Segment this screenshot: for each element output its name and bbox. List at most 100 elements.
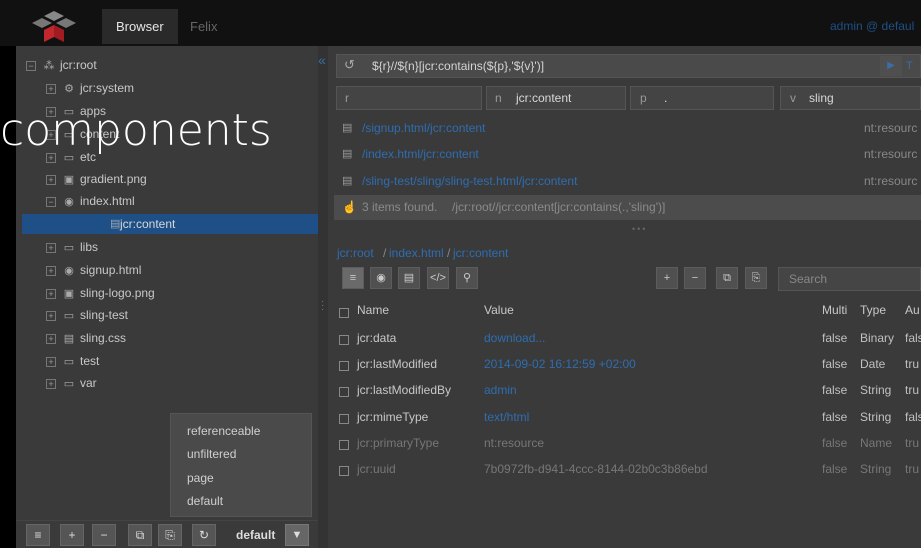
expand-toggle-icon[interactable]: + — [46, 288, 56, 299]
splitter-handle-icon[interactable]: · · · — [321, 297, 324, 315]
result-row[interactable]: ▤ /signup.html/jcr:content nt:resourc — [334, 115, 921, 141]
result-type: nt:resourc — [864, 121, 918, 135]
user-workspace[interactable]: admin @ defaul — [830, 9, 914, 44]
refresh-button[interactable]: ↻ — [192, 524, 216, 546]
param-n-value[interactable]: jcr:content — [516, 91, 571, 105]
splitter-handle-icon[interactable]: ••• — [632, 224, 647, 234]
result-path[interactable]: /index.html/jcr:content — [362, 141, 479, 167]
document-view-button[interactable]: ▤ — [398, 267, 420, 289]
property-type: String — [860, 462, 892, 476]
node-icon: ◉ — [64, 196, 74, 208]
filter-option-page[interactable]: page — [187, 471, 214, 485]
property-name: jcr:lastModified — [357, 357, 438, 371]
delete-node-button[interactable]: − — [92, 524, 116, 546]
expand-toggle-icon[interactable]: + — [46, 265, 56, 276]
filter-icon[interactable]: ▼ — [285, 524, 309, 546]
expand-toggle-icon[interactable]: + — [46, 242, 56, 253]
property-value[interactable]: 2014-09-02 16:12:59 +02:00 — [484, 357, 636, 371]
property-search-input[interactable]: Search — [778, 267, 921, 291]
row-checkbox[interactable] — [339, 387, 349, 397]
copy-property-button[interactable]: ⧉ — [716, 267, 738, 289]
property-value[interactable]: text/html — [484, 410, 529, 424]
tree-item[interactable]: + ▭ sling-test — [46, 304, 128, 326]
row-checkbox[interactable] — [339, 361, 349, 371]
add-node-button[interactable]: + — [60, 524, 84, 546]
column-header-name[interactable]: Name — [357, 303, 389, 317]
result-row[interactable]: ▤ /sling-test/sling/sling-test.html/jcr:… — [334, 168, 921, 194]
collapse-icon[interactable]: « — [318, 52, 326, 68]
property-name: jcr:primaryType — [357, 436, 440, 450]
param-v-label: v — [790, 91, 796, 105]
param-p-label: p — [640, 91, 647, 105]
paste-property-button[interactable]: ⎘ — [745, 267, 767, 289]
tree-item[interactable]: + ▣ sling-logo.png — [46, 282, 155, 304]
paste-node-button[interactable]: ⎘ — [158, 524, 182, 546]
expand-toggle-icon[interactable]: + — [46, 378, 56, 389]
property-name: jcr:lastModifiedBy — [357, 383, 452, 397]
tree-item[interactable]: + ▤ sling.css — [46, 327, 126, 349]
tree-item[interactable]: − ⁂ jcr:root — [26, 54, 97, 76]
filter-label[interactable]: default — [236, 528, 275, 542]
column-header-multi[interactable]: Multi — [822, 303, 847, 317]
property-value[interactable]: download... — [484, 331, 545, 345]
row-checkbox[interactable] — [339, 335, 349, 345]
row-checkbox[interactable] — [339, 414, 349, 424]
column-header-auto[interactable]: Au — [905, 303, 920, 317]
copy-node-button[interactable]: ⧉ — [128, 524, 152, 546]
result-path[interactable]: /sling-test/sling/sling-test.html/jcr:co… — [362, 168, 577, 194]
add-property-button[interactable]: + — [656, 267, 678, 289]
row-checkbox[interactable] — [339, 466, 349, 476]
param-v-value[interactable]: sling — [809, 91, 834, 105]
select-all-checkbox[interactable] — [339, 308, 349, 318]
tree-item[interactable]: + ⚙ jcr:system — [46, 77, 134, 99]
property-value[interactable]: admin — [484, 383, 517, 397]
property-value[interactable]: nt:resource — [484, 436, 544, 450]
nav-tab-browser[interactable]: Browser — [102, 9, 178, 44]
param-r-field[interactable] — [336, 86, 482, 110]
expand-toggle-icon[interactable]: + — [46, 83, 56, 94]
param-p-field[interactable] — [630, 86, 774, 110]
nav-tab-felix[interactable]: Felix — [190, 9, 217, 44]
expand-toggle-icon[interactable]: + — [46, 310, 56, 321]
tree-item[interactable]: + ◉ signup.html — [46, 259, 141, 281]
param-v-field[interactable] — [780, 86, 921, 110]
preview-button[interactable]: ◉ — [370, 267, 392, 289]
node-icon: ▣ — [63, 174, 75, 186]
node-icon: ◉ — [64, 265, 74, 277]
row-checkbox[interactable] — [339, 440, 349, 450]
filter-option-unfiltered[interactable]: unfiltered — [187, 447, 236, 461]
tree-item[interactable]: + ▭ test — [46, 350, 99, 372]
breadcrumb-root[interactable]: jcr:root — [337, 246, 374, 260]
column-header-value[interactable]: Value — [484, 303, 514, 317]
code-view-button[interactable]: </> — [427, 267, 449, 289]
filter-option-default[interactable]: default — [187, 494, 223, 508]
breadcrumb-index[interactable]: index.html — [389, 246, 444, 260]
history-icon[interactable]: ↺ — [344, 57, 355, 73]
expand-toggle-icon[interactable]: + — [46, 174, 56, 185]
list-view-button[interactable]: ≡ — [342, 267, 364, 289]
query-input[interactable]: ${r}//${n}[jcr:contains(${p},'${v}')] — [372, 59, 544, 73]
collapse-toggle-icon[interactable]: − — [46, 196, 56, 207]
expand-toggle-icon[interactable]: + — [46, 333, 56, 344]
filter-option-referenceable[interactable]: referenceable — [187, 424, 260, 438]
tree-item[interactable]: + ▭ var — [46, 372, 97, 394]
result-row[interactable]: ▤ /index.html/jcr:content nt:resourc — [334, 141, 921, 167]
property-type: Name — [860, 436, 893, 450]
property-value[interactable]: 7b0972fb-d941-4ccc-8144-02b0c3b86ebd — [484, 462, 708, 476]
run-query-icon[interactable]: ▶ — [880, 56, 902, 76]
param-n-label: n — [495, 91, 502, 105]
result-path[interactable]: /signup.html/jcr:content — [362, 115, 485, 141]
node-icon: ⁂ — [43, 60, 55, 72]
tree-item[interactable]: + ▣ gradient.png — [46, 168, 147, 190]
tree-item[interactable]: + ▭ libs — [46, 236, 98, 258]
breadcrumb-current[interactable]: jcr:content — [453, 246, 508, 260]
param-p-value[interactable]: . — [664, 91, 667, 105]
tree-item[interactable]: − ◉ index.html — [46, 190, 135, 212]
column-header-type[interactable]: Type — [860, 303, 886, 317]
query-filter-icon[interactable]: T — [906, 56, 921, 76]
collapse-toggle-icon[interactable]: − — [26, 60, 36, 71]
remove-property-button[interactable]: − — [684, 267, 706, 289]
menu-button[interactable]: ≡ — [26, 524, 50, 546]
expand-toggle-icon[interactable]: + — [46, 356, 56, 367]
access-button[interactable]: ⚲ — [456, 267, 478, 289]
